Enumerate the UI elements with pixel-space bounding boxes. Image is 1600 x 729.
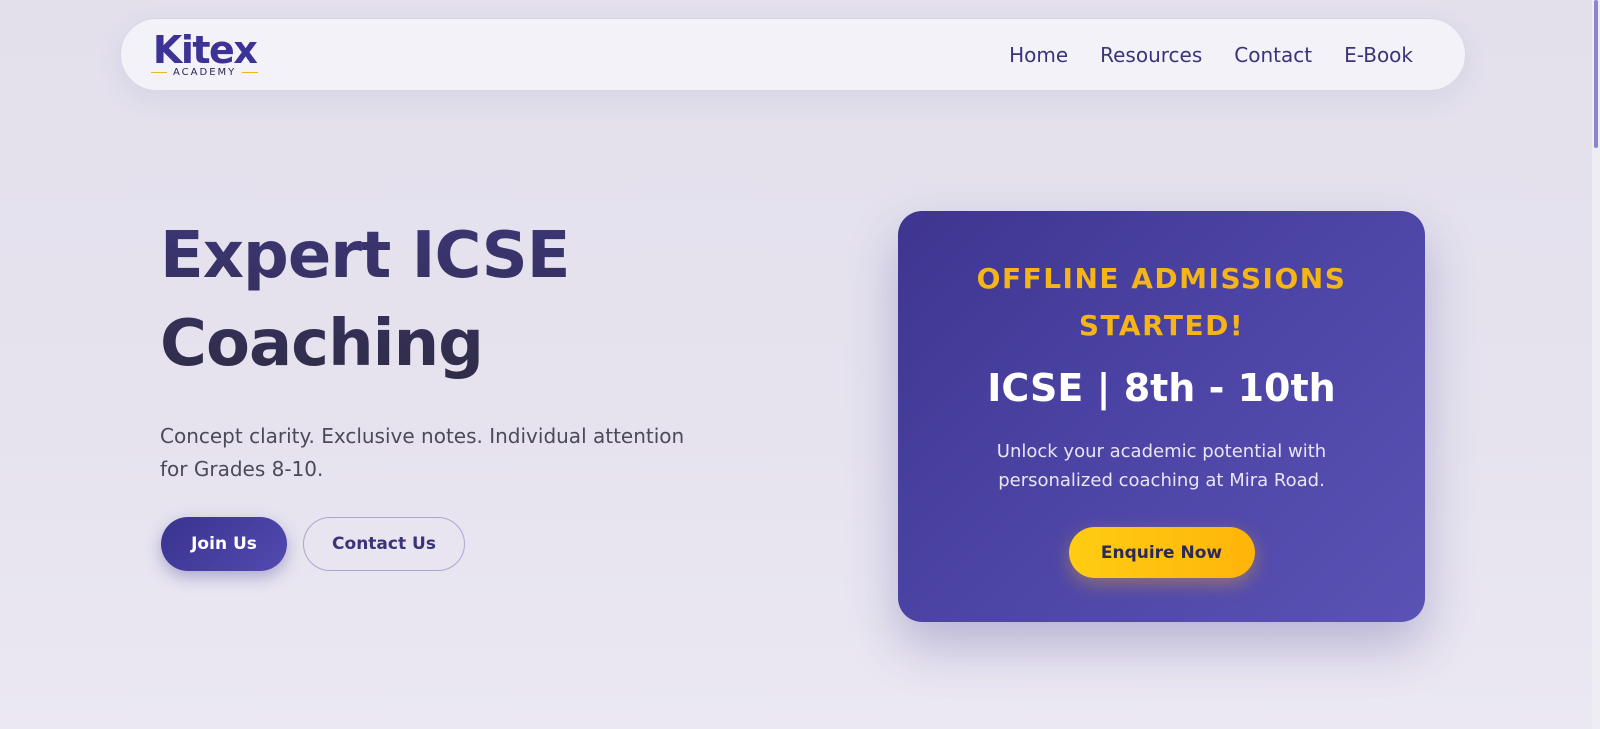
scrollbar-thumb[interactable] [1594, 0, 1598, 148]
admissions-card: OFFLINE ADMISSIONS STARTED! ICSE | 8th -… [898, 211, 1425, 622]
nav-link-home[interactable]: Home [1009, 43, 1068, 67]
hero-title: Expert ICSE Coaching [160, 212, 720, 388]
join-us-button[interactable]: Join Us [161, 517, 287, 571]
card-eyebrow: OFFLINE ADMISSIONS STARTED! [976, 262, 1347, 342]
nav-link-resources[interactable]: Resources [1100, 43, 1202, 67]
contact-us-button[interactable]: Contact Us [303, 517, 465, 571]
hero-title-line1: Expert ICSE [160, 219, 570, 293]
logo-line-right [242, 72, 259, 73]
card-title: ICSE | 8th - 10th [987, 366, 1336, 410]
nav-link-ebook[interactable]: E-Book [1344, 43, 1413, 67]
logo-subtitle-text: ACADEMY [173, 67, 237, 78]
enquire-now-button[interactable]: Enquire Now [1068, 527, 1255, 578]
nav-link-contact[interactable]: Contact [1234, 43, 1312, 67]
logo-wordmark: Kitex [152, 28, 258, 72]
logo-line-left [151, 72, 167, 73]
hero-subtitle: Concept clarity. Exclusive notes. Indivi… [160, 424, 685, 481]
navbar: Kitex ACADEMY Home Resources Contact E-B… [120, 18, 1466, 91]
logo[interactable]: Kitex ACADEMY [151, 28, 259, 78]
card-description: Unlock your academic potential with pers… [996, 441, 1327, 491]
logo-subtitle: ACADEMY [151, 67, 259, 78]
scrollbar-track[interactable] [1592, 0, 1600, 729]
hero-title-line2: Coaching [160, 307, 483, 381]
nav-links: Home Resources Contact E-Book [1009, 43, 1413, 67]
